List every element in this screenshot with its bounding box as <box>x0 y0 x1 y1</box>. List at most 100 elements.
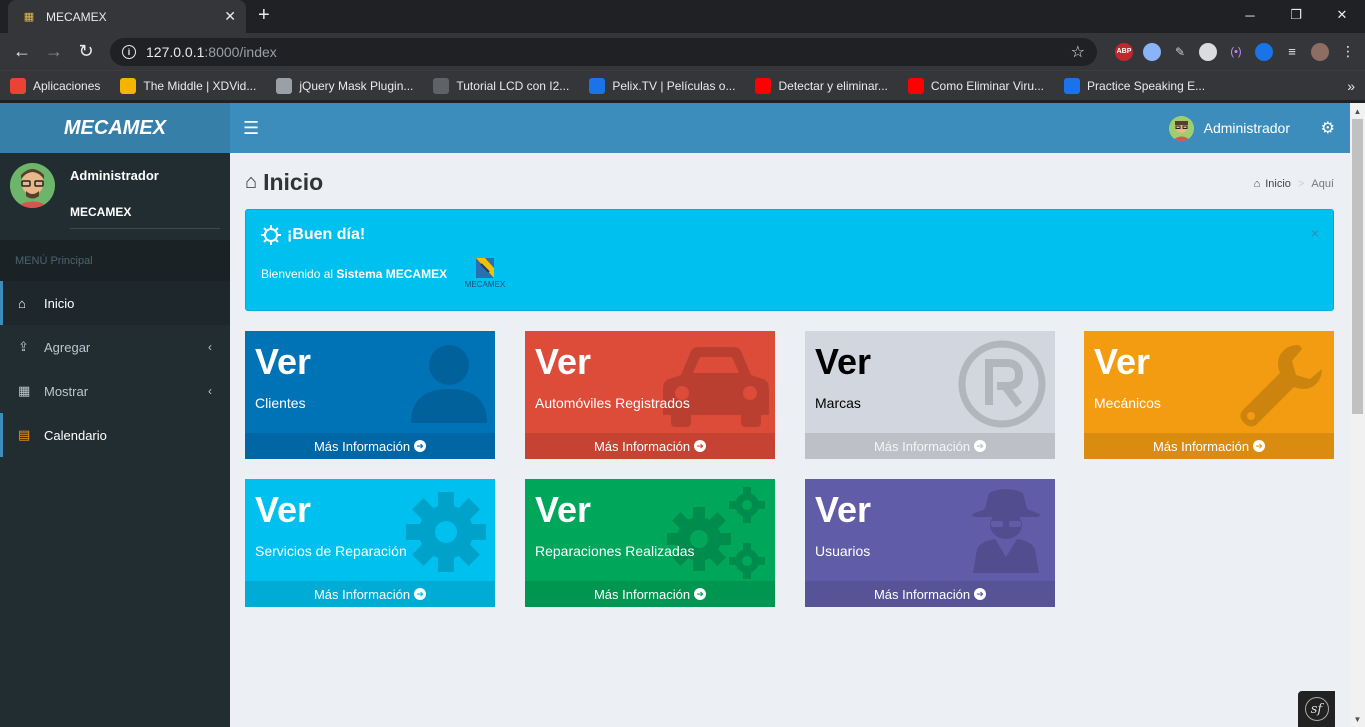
window-controls: ─ ❐ ✕ <box>1227 0 1365 30</box>
breadcrumb-separator: > <box>1297 178 1305 190</box>
calendar-icon: ▤ <box>18 427 31 442</box>
settings-gears-icon[interactable]: ⚙ <box>1321 118 1335 138</box>
media-controls-icon[interactable]: ≡ <box>1283 43 1301 61</box>
bookmarks-overflow-icon[interactable]: » <box>1347 78 1355 94</box>
logo[interactable]: MECAMEX <box>0 103 230 153</box>
bookmark-label: jQuery Mask Plugin... <box>299 78 414 93</box>
chevron-left-icon: ‹ <box>208 340 212 354</box>
user-icon <box>411 343 487 428</box>
menu-header: MENÚ Principal <box>0 240 230 281</box>
box-label: Mecánicos <box>1094 395 1161 411</box>
arrow-circle-right-icon: ➜ <box>974 440 987 452</box>
user-panel: Administrador MECAMEX <box>0 153 230 235</box>
scroll-thumb[interactable] <box>1352 119 1363 414</box>
sidebar-item-calendario[interactable]: ▤ Calendario <box>0 413 230 457</box>
extension-icon[interactable] <box>1255 42 1273 61</box>
more-info-label: Más Información <box>1152 438 1250 454</box>
app: MECAMEX ☰ Administrador ⚙ Administrador … <box>0 103 1350 727</box>
tab-favicon-icon: ▦ <box>23 11 35 23</box>
sidebar-item-mostrar[interactable]: ▦ Mostrar ‹ <box>0 369 230 413</box>
extension-icon[interactable]: (•) <box>1227 43 1245 61</box>
more-info-label: Más Información <box>873 438 971 454</box>
bookmark-item[interactable]: Como Eliminar Viru... <box>907 77 1044 94</box>
more-info-link[interactable]: Más Información ➜ <box>245 433 495 459</box>
welcome-alert: ¡Buen día! Bienvenido al Sistema MECAMEX… <box>245 209 1334 311</box>
extension-icon[interactable] <box>1143 42 1161 61</box>
bookmark-item[interactable]: Tutorial LCD con I2... <box>433 77 569 94</box>
forward-icon[interactable]: → <box>40 38 68 66</box>
box-ver: Ver <box>815 341 872 382</box>
bookmark-item[interactable]: Practice Speaking E... <box>1064 77 1205 94</box>
bookmark-favicon-icon <box>907 77 924 94</box>
box-label: Clientes <box>255 395 306 411</box>
extension-icon[interactable] <box>1199 42 1217 61</box>
box-label: Marcas <box>815 395 861 411</box>
box-ver: Ver <box>535 341 592 382</box>
site-info-icon[interactable]: i <box>122 44 136 59</box>
adblock-icon[interactable]: ABP <box>1115 42 1133 61</box>
page-scrollbar[interactable]: ▲ ▼ <box>1350 103 1365 727</box>
info-box-usuarios: Ver Usuarios Más Información ➜ <box>805 479 1055 607</box>
info-box-marcas: Ver Marcas Más Información ➜ <box>805 331 1055 459</box>
scroll-up-icon[interactable]: ▲ <box>1350 103 1365 119</box>
bookmark-star-icon[interactable]: ☆ <box>1071 42 1085 62</box>
sidebar-user-name: Administrador <box>70 168 159 183</box>
restore-icon[interactable]: ❐ <box>1273 0 1319 30</box>
arrow-circle-right-icon: ➜ <box>414 588 427 600</box>
breadcrumb: ⌂ Inicio > Aquí <box>1254 178 1334 190</box>
sidebar-item-inicio[interactable]: ⌂ Inicio <box>0 281 230 325</box>
symfony-toolbar-toggle[interactable]: sf <box>1298 691 1335 727</box>
new-tab-icon[interactable]: + <box>258 4 270 27</box>
minimize-icon[interactable]: ─ <box>1227 0 1273 30</box>
profile-avatar[interactable] <box>1311 42 1329 61</box>
more-info-link[interactable]: Más Información ➜ <box>805 433 1055 459</box>
more-info-link[interactable]: Más Información ➜ <box>805 581 1055 607</box>
bookmark-item[interactable]: Pelix.TV | Películas o... <box>589 77 735 94</box>
more-info-link[interactable]: Más Información ➜ <box>525 433 775 459</box>
box-ver: Ver <box>255 341 312 382</box>
home-icon: ⌂ <box>18 295 26 311</box>
box-label: Automóviles Registrados <box>535 395 690 411</box>
url-path: :8000/index <box>204 43 277 60</box>
content-wrapper: ⌂ Inicio ⌂ Inicio > Aquí ¡Buen día! Bien… <box>230 153 1350 727</box>
avatar <box>10 163 55 208</box>
home-icon: ⌂ <box>1253 178 1261 190</box>
bookmark-item[interactable]: Detectar y eliminar... <box>755 77 888 94</box>
bookmark-item[interactable]: The Middle | XDVid... <box>120 77 256 94</box>
sun-icon <box>261 225 281 245</box>
more-info-label: Más Información <box>313 586 411 602</box>
back-icon[interactable]: ← <box>8 38 36 66</box>
apps-grid-icon <box>10 77 26 94</box>
address-bar[interactable]: i 127.0.0.1:8000/index ☆ <box>110 37 1097 66</box>
bookmark-item[interactable]: jQuery Mask Plugin... <box>276 77 414 94</box>
box-ver: Ver <box>1094 341 1151 382</box>
bookmark-apps[interactable]: Aplicaciones <box>10 77 100 94</box>
scroll-down-icon[interactable]: ▼ <box>1350 711 1365 727</box>
more-info-link[interactable]: Más Información ➜ <box>1084 433 1334 459</box>
close-window-icon[interactable]: ✕ <box>1319 0 1365 30</box>
breadcrumb-current: Aquí <box>1311 178 1334 190</box>
box-label: Servicios de Reparación <box>255 543 407 559</box>
alert-title-text: ¡Buen día! <box>287 226 366 243</box>
more-info-link[interactable]: Más Información ➜ <box>245 581 495 607</box>
arrow-circle-right-icon: ➜ <box>694 440 707 452</box>
close-icon[interactable]: × <box>1311 225 1319 241</box>
bookmark-favicon-icon <box>433 77 450 94</box>
header-user-name: Administrador <box>1203 120 1290 136</box>
reload-icon[interactable]: ↻ <box>72 38 100 66</box>
alert-text-bold: Sistema MECAMEX <box>336 267 448 281</box>
sidebar-item-agregar[interactable]: ⇪ Agregar ‹ <box>0 325 230 369</box>
user-menu[interactable]: Administrador <box>1168 103 1290 153</box>
browser-tab[interactable]: ▦ MECAMEX ✕ <box>8 0 246 33</box>
browser-menu-icon[interactable]: ⋮ <box>1339 43 1357 61</box>
chevron-left-icon: ‹ <box>208 384 212 398</box>
info-box-automoviles: Ver Automóviles Registrados Más Informac… <box>525 331 775 459</box>
sidebar-toggle-icon[interactable]: ☰ <box>243 118 259 139</box>
more-info-link[interactable]: Más Información ➜ <box>525 581 775 607</box>
tab-close-icon[interactable]: ✕ <box>224 8 236 25</box>
divider <box>70 228 220 229</box>
breadcrumb-home[interactable]: Inicio <box>1265 178 1291 190</box>
tab-title: MECAMEX <box>46 9 107 24</box>
more-info-label: Más Información <box>873 586 971 602</box>
extension-icon[interactable]: ✎ <box>1171 43 1189 61</box>
